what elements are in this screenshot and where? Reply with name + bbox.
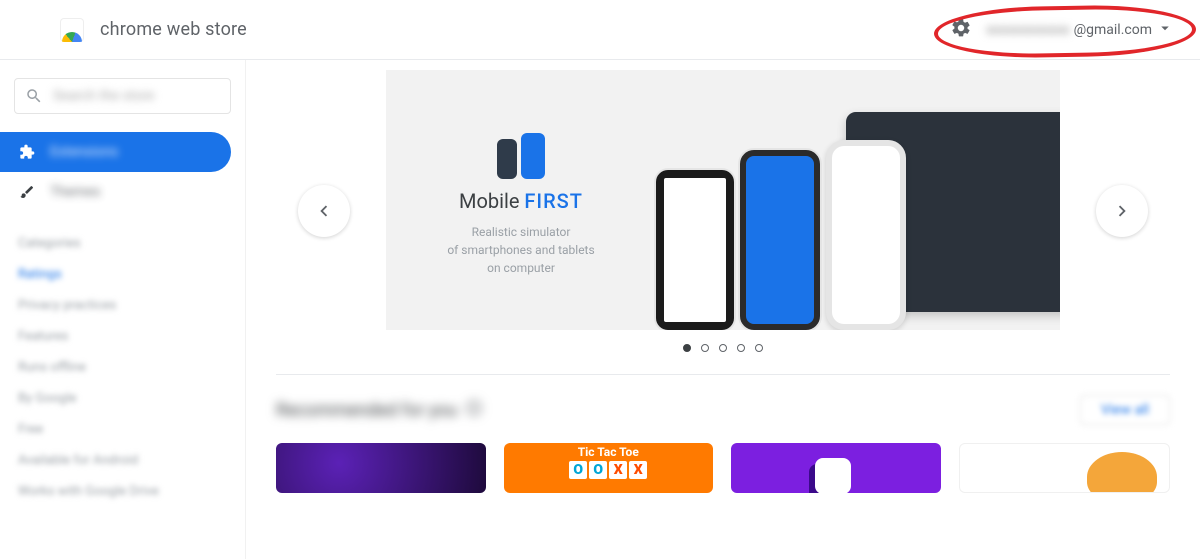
carousel-slide[interactable]: Mobile FIRST Realistic simulator of smar… bbox=[386, 70, 1060, 330]
slide-artwork bbox=[626, 70, 1060, 330]
sidebar-filter[interactable]: Works with Google Drive bbox=[0, 476, 245, 507]
card-title: Tic Tac Toe bbox=[578, 445, 639, 459]
extension-cards-row: Tic Tac Toe O O X X bbox=[276, 443, 1170, 493]
sidebar: Search the store Extensions Themes Categ… bbox=[0, 60, 246, 559]
main-content: Mobile FIRST Realistic simulator of smar… bbox=[246, 60, 1200, 559]
carousel-dot[interactable] bbox=[701, 344, 709, 352]
slide-app-icon bbox=[493, 123, 549, 179]
sidebar-filter[interactable]: Features bbox=[0, 321, 245, 352]
brush-icon bbox=[18, 183, 36, 201]
sidebar-item-label: Themes bbox=[50, 184, 100, 200]
account-area: xxxxxxxxxxxx @gmail.com bbox=[942, 13, 1182, 47]
extension-card[interactable]: Tic Tac Toe O O X X bbox=[504, 443, 714, 493]
view-all-button[interactable]: View all bbox=[1080, 395, 1170, 425]
chevron-down-icon bbox=[1156, 19, 1174, 41]
carousel-dot[interactable] bbox=[737, 344, 745, 352]
tictactoe-grid: O O X X bbox=[569, 461, 647, 479]
slide-title: Mobile FIRST bbox=[416, 189, 626, 213]
carousel-dot[interactable] bbox=[683, 344, 691, 352]
sidebar-filter[interactable]: Available for Android bbox=[0, 445, 245, 476]
extension-card[interactable] bbox=[731, 443, 941, 493]
device-phone bbox=[826, 140, 906, 330]
email-suffix: @gmail.com bbox=[1074, 22, 1152, 38]
carousel-dots bbox=[276, 344, 1170, 352]
section-header: Recommended for you View all bbox=[276, 395, 1170, 425]
carousel-dot[interactable] bbox=[719, 344, 727, 352]
store-logo-icon bbox=[60, 18, 84, 42]
extension-card[interactable] bbox=[276, 443, 486, 493]
header-bar: chrome web store xxxxxxxxxxxx @gmail.com bbox=[0, 0, 1200, 60]
chevron-right-icon bbox=[1111, 200, 1133, 222]
device-phone bbox=[656, 170, 734, 330]
store-title: chrome web store bbox=[100, 19, 247, 40]
carousel-next-button[interactable] bbox=[1096, 185, 1148, 237]
search-input[interactable]: Search the store bbox=[14, 78, 231, 114]
sidebar-filter[interactable]: Free bbox=[0, 414, 245, 445]
divider bbox=[276, 374, 1170, 375]
email-redacted: xxxxxxxxxxxx bbox=[986, 22, 1069, 38]
info-icon[interactable] bbox=[465, 399, 483, 422]
sidebar-item-label: Extensions bbox=[50, 144, 118, 160]
sidebar-filter[interactable]: Privacy practices bbox=[0, 290, 245, 321]
slide-info: Mobile FIRST Realistic simulator of smar… bbox=[416, 123, 626, 277]
chevron-left-icon bbox=[313, 200, 335, 222]
extension-icon bbox=[18, 143, 36, 161]
sidebar-filter[interactable]: Categories bbox=[0, 228, 245, 259]
sidebar-item-themes[interactable]: Themes bbox=[0, 172, 231, 212]
slide-subtitle: Realistic simulator of smartphones and t… bbox=[416, 223, 626, 277]
account-email[interactable]: xxxxxxxxxxxx @gmail.com bbox=[986, 19, 1174, 41]
sidebar-item-extensions[interactable]: Extensions bbox=[0, 132, 231, 172]
extension-card[interactable] bbox=[959, 443, 1171, 493]
featured-carousel: Mobile FIRST Realistic simulator of smar… bbox=[276, 70, 1170, 352]
search-icon bbox=[25, 87, 43, 105]
carousel-dot[interactable] bbox=[755, 344, 763, 352]
search-placeholder: Search the store bbox=[53, 88, 220, 104]
sidebar-filter[interactable]: By Google bbox=[0, 383, 245, 414]
sidebar-filter[interactable]: Ratings bbox=[0, 259, 245, 290]
carousel-prev-button[interactable] bbox=[298, 185, 350, 237]
sidebar-filter[interactable]: Runs offline bbox=[0, 352, 245, 383]
device-phone bbox=[740, 150, 820, 330]
section-title: Recommended for you bbox=[276, 399, 516, 422]
gear-icon[interactable] bbox=[950, 17, 972, 43]
